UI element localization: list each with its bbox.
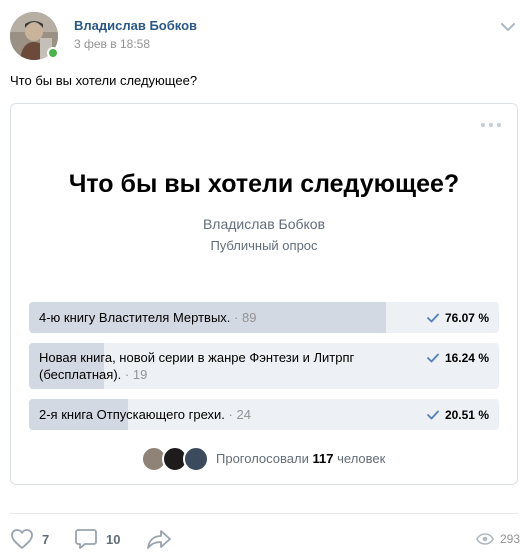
post-header: Владислав Бобков 3 фев в 18:58 — [10, 12, 520, 62]
poll-voters[interactable]: Проголосовали 117 человек — [11, 446, 517, 472]
like-count: 7 — [42, 531, 50, 547]
share-button[interactable] — [146, 525, 172, 553]
voter-avatar — [183, 446, 209, 472]
answer-count: · 89 — [234, 310, 257, 325]
poll-kind: Публичный опрос — [210, 238, 318, 253]
voters-text: Проголосовали 117 человек — [216, 451, 386, 466]
chevron-down-icon[interactable] — [500, 20, 516, 32]
post-actions: 7 10 293 — [10, 525, 520, 553]
comment-icon — [75, 529, 97, 549]
answer-text: Новая книга, новой серии в жанре Фэнтези… — [39, 350, 355, 382]
divider — [10, 513, 518, 514]
more-icon[interactable] — [481, 122, 501, 128]
answer-count: · 24 — [228, 407, 251, 422]
views: 293 — [476, 525, 520, 553]
voter-avatars — [141, 446, 209, 472]
poll-owner: Владислав Бобков — [202, 216, 326, 232]
comment-button[interactable]: 10 — [74, 525, 120, 553]
like-button[interactable]: 7 — [10, 525, 49, 553]
poll-card: Что бы вы хотели следующее? Владислав Бо… — [10, 103, 518, 485]
answer-percent: 76.07 % — [427, 311, 489, 325]
answer-text: 2-я книга Отпускающего грехи. · 24 — [39, 407, 251, 422]
author-avatar[interactable] — [10, 12, 59, 60]
heart-icon — [11, 529, 33, 549]
check-icon — [427, 313, 439, 323]
views-count: 293 — [499, 532, 520, 546]
answer-text: 4-ю книгу Властителя Мертвых. · 89 — [39, 310, 257, 325]
comment-count: 10 — [106, 531, 121, 547]
answer-count: · 19 — [124, 367, 148, 382]
post-text: Что бы вы хотели следующее? — [10, 73, 198, 88]
author-name-link[interactable]: Владислав Бобков — [74, 18, 197, 33]
poll-answer[interactable]: 4-ю книгу Властителя Мертвых. · 89 76.07… — [29, 302, 499, 333]
poll-answer[interactable]: 2-я книга Отпускающего грехи. · 24 20.51… — [29, 399, 499, 430]
poll-title: Что бы вы хотели следующее? — [68, 170, 460, 198]
online-indicator — [47, 47, 59, 59]
answer-percent: 16.24 % — [427, 351, 489, 365]
check-icon — [427, 353, 439, 363]
eye-icon — [476, 533, 494, 545]
post-date-link[interactable]: 3 фев в 18:58 — [74, 37, 150, 51]
share-icon — [147, 530, 171, 549]
answer-percent: 20.51 % — [427, 408, 489, 422]
check-icon — [427, 410, 439, 420]
poll-answer[interactable]: Новая книга, новой серии в жанре Фэнтези… — [29, 343, 499, 389]
